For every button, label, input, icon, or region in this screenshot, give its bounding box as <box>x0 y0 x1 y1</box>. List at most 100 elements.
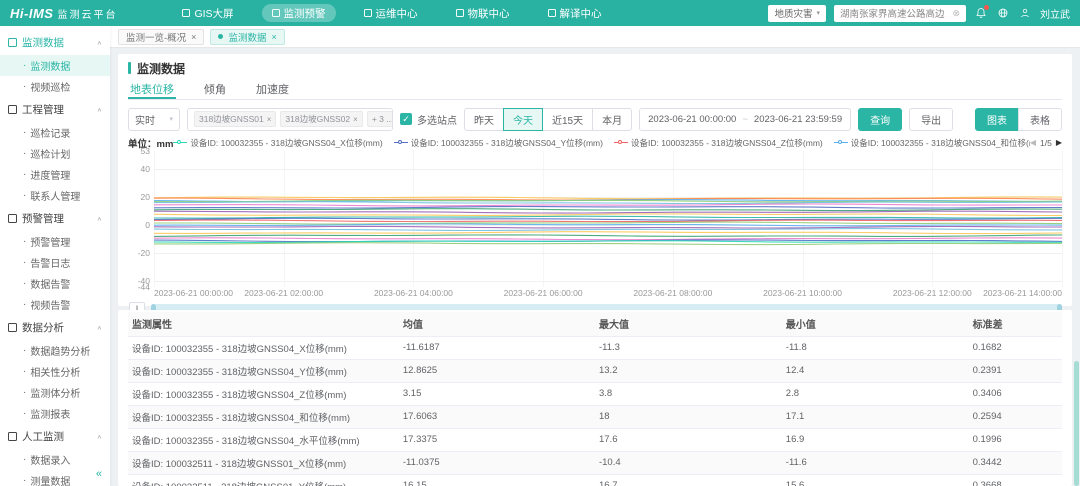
quick-range-button[interactable]: 近15天 <box>542 108 593 131</box>
sidebar-item[interactable]: ·告警日志 <box>0 252 110 273</box>
export-button[interactable]: 导出 <box>909 108 953 131</box>
project-type-select[interactable]: 地质灾害 ▾ <box>768 5 826 22</box>
multi-station-checkbox[interactable]: ✓ 多选站点 <box>400 112 457 127</box>
tab-close-icon[interactable]: × <box>271 32 276 42</box>
table-row: 设备ID: 100032355 - 318边坡GNSS04_Z位移(mm)3.1… <box>128 382 1062 405</box>
legend-page-indicator: 1/5 <box>1040 138 1052 148</box>
legend-label: 设备ID: 100032355 - 318边坡GNSS04_Z位移(mm) <box>631 137 823 149</box>
topbar-nav-item[interactable]: 运维中心 <box>354 4 428 22</box>
table-header-row: 监测属性均值最大值最小值标准差 <box>128 312 1062 336</box>
nav-item-label: 物联中心 <box>468 6 510 21</box>
series-line <box>154 238 1062 240</box>
notification-bell-icon[interactable] <box>974 6 988 20</box>
workspace-tab[interactable]: 监测一览-概况× <box>118 29 204 45</box>
quick-range-button[interactable]: 昨天 <box>464 108 504 131</box>
chevron-down-icon: ▾ <box>816 9 820 17</box>
table-cell: 设备ID: 100032511 - 318边坡GNSS01_Y位移(mm) <box>128 474 399 486</box>
nav-item-label: 解译中心 <box>560 6 602 21</box>
tag-close-icon[interactable]: × <box>353 115 358 124</box>
logo-subtitle: 监测云平台 <box>57 6 117 21</box>
workspace-tab[interactable]: 监测数据× <box>210 29 284 45</box>
topbar-nav-item[interactable]: 解译中心 <box>538 4 612 22</box>
topbar-nav-item[interactable]: GIS大屏 <box>172 4 243 22</box>
sidebar-item[interactable]: ·联系人管理 <box>0 185 110 206</box>
sidebar-group-label: 人工监测 <box>22 429 64 444</box>
x-axis: 2023-06-21 00:00:002023-06-21 02:00:0020… <box>154 287 1062 299</box>
sidebar-item[interactable]: ·巡检计划 <box>0 143 110 164</box>
table-cell: 设备ID: 100032511 - 318边坡GNSS01_X位移(mm) <box>128 451 399 474</box>
topbar-nav-item[interactable]: 物联中心 <box>446 4 520 22</box>
sidebar-group-data-analysis[interactable]: 数据分析∧ <box>0 315 110 340</box>
sidebar-item[interactable]: ·巡检记录 <box>0 122 110 143</box>
globe-icon[interactable] <box>996 6 1010 20</box>
chart-legend: 设备ID: 100032355 - 318边坡GNSS04_X位移(mm) 设备I… <box>173 137 1029 149</box>
sidebar-group-project-manage[interactable]: 工程管理∧ <box>0 97 110 122</box>
sidebar-group-label: 数据分析 <box>22 320 64 335</box>
tag-close-icon[interactable]: × <box>267 115 272 124</box>
station-more-tag[interactable]: + 3 ... <box>367 111 393 127</box>
data-mode-select[interactable]: 实时 ▾ <box>128 108 180 131</box>
sidebar-item[interactable]: ·数据趋势分析 <box>0 340 110 361</box>
sidebar-item[interactable]: ·监测报表 <box>0 403 110 424</box>
legend-marker-icon <box>614 140 628 146</box>
sidebar-group-monitor-data[interactable]: 监测数据∧ <box>0 30 110 55</box>
sidebar-item[interactable]: ·监测数据 <box>0 55 110 76</box>
sidebar-item[interactable]: ·预警管理 <box>0 231 110 252</box>
clear-icon[interactable]: ⊗ <box>952 8 960 19</box>
date-range-input[interactable]: 2023-06-21 00:00:00 ~ 2023-06-21 23:59:5… <box>639 108 851 131</box>
table-view-button[interactable]: 表格 <box>1018 108 1062 131</box>
legend-item[interactable]: 设备ID: 100032355 - 318边坡GNSS04_和位移(mm) <box>834 137 1030 149</box>
legend-label: 设备ID: 100032355 - 318边坡GNSS04_和位移(mm) <box>851 137 1030 149</box>
y-axis-tick-label: 40 <box>141 164 150 174</box>
table-cell: 17.6063 <box>399 405 595 428</box>
sidebar-item[interactable]: ·监测体分析 <box>0 382 110 403</box>
sensor-type-tab[interactable]: 倾角 <box>202 79 228 99</box>
quick-range-button[interactable]: 本月 <box>592 108 632 131</box>
station-multiselect[interactable]: 318边坡GNSS01×318边坡GNSS02×+ 3 ... <box>187 108 393 131</box>
sidebar-item[interactable]: ·视频告警 <box>0 294 110 315</box>
quick-range-button[interactable]: 今天 <box>503 108 543 131</box>
sidebar-group-label: 工程管理 <box>22 102 64 117</box>
bullet-icon: · <box>23 455 26 465</box>
legend-item[interactable]: 设备ID: 100032355 - 318边坡GNSS04_Z位移(mm) <box>614 137 823 149</box>
sidebar-item-label: 视频告警 <box>30 297 70 312</box>
station-tag[interactable]: 318边坡GNSS02× <box>280 111 362 127</box>
table-row: 设备ID: 100032511 - 318边坡GNSS01_Y位移(mm)16.… <box>128 474 1062 486</box>
query-button[interactable]: 查询 <box>858 108 902 131</box>
username[interactable]: 刘立武 <box>1040 6 1070 21</box>
line-chart-plot[interactable] <box>154 151 1062 287</box>
sidebar-collapse-button[interactable]: « <box>96 468 102 480</box>
legend-prev-icon[interactable]: ◀ <box>1030 138 1036 147</box>
series-line <box>154 211 1062 213</box>
sensor-type-tab[interactable]: 加速度 <box>254 79 291 99</box>
bullet-icon: · <box>23 149 26 159</box>
sidebar-group-alarm-manage[interactable]: 预警管理∧ <box>0 206 110 231</box>
station-tag-label: 318边坡GNSS01 <box>199 113 264 125</box>
tab-close-icon[interactable]: × <box>191 32 196 42</box>
sidebar-group-manual-monitor[interactable]: 人工监测∧ <box>0 424 110 449</box>
station-tag[interactable]: 318边坡GNSS01× <box>194 111 276 127</box>
sidebar-item[interactable]: ·相关性分析 <box>0 361 110 382</box>
legend-item[interactable]: 设备ID: 100032355 - 318边坡GNSS04_X位移(mm) <box>173 137 382 149</box>
sidebar-item[interactable]: ·视频巡检 <box>0 76 110 97</box>
legend-item[interactable]: 设备ID: 100032355 - 318边坡GNSS04_Y位移(mm) <box>394 137 603 149</box>
legend-label: 设备ID: 100032355 - 318边坡GNSS04_Y位移(mm) <box>411 137 603 149</box>
user-icon[interactable] <box>1018 6 1032 20</box>
sidebar-item-label: 预警管理 <box>30 234 70 249</box>
legend-next-icon[interactable]: ▶ <box>1056 138 1062 147</box>
nav-item-icon <box>182 9 190 17</box>
nav-item-label: GIS大屏 <box>194 6 233 21</box>
topbar-nav-item[interactable]: 监测预警 <box>262 4 336 22</box>
project-search-input[interactable]: 湖南张家界高速公路高边 ⊗ <box>834 5 966 22</box>
legend-marker-icon <box>173 140 187 146</box>
sidebar-item[interactable]: ·数据告警 <box>0 273 110 294</box>
sidebar-item[interactable]: ·进度管理 <box>0 164 110 185</box>
bullet-icon: · <box>23 128 26 138</box>
sidebar-item-label: 数据告警 <box>30 276 70 291</box>
sidebar-item[interactable]: ·测量数据 <box>0 470 110 486</box>
scrollbar-thumb[interactable] <box>1074 361 1079 486</box>
sensor-type-tab[interactable]: 地表位移 <box>128 79 176 99</box>
data-analysis-icon <box>8 323 17 332</box>
sidebar-item[interactable]: ·数据录入 <box>0 449 110 470</box>
chart-view-button[interactable]: 图表 <box>975 108 1019 131</box>
